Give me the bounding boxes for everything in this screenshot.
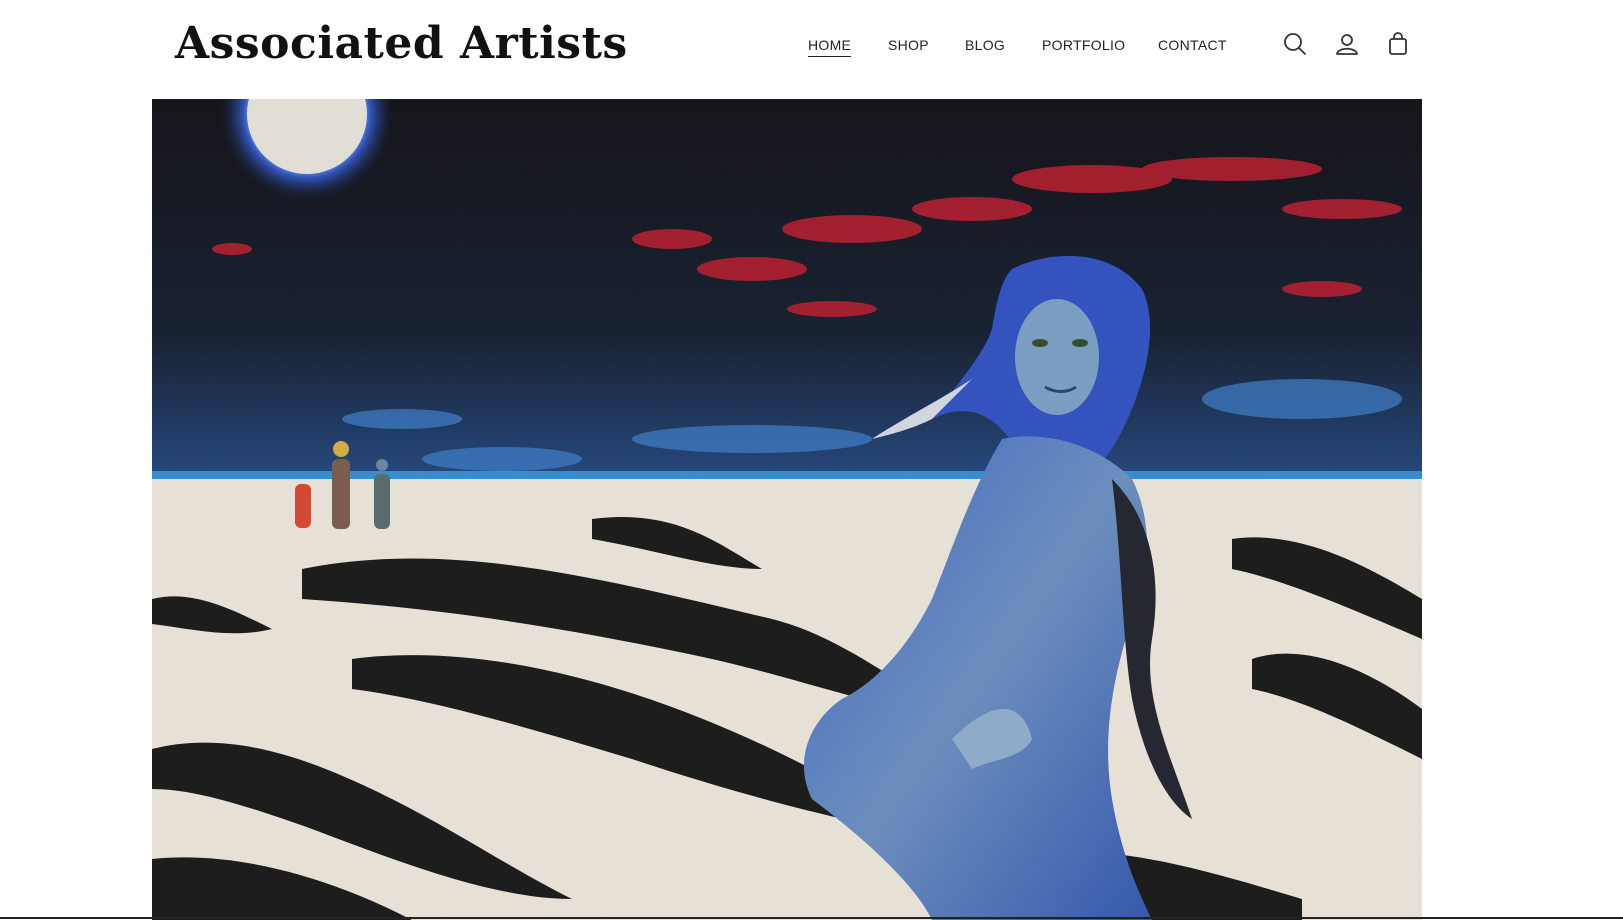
nav-blog[interactable]: BLOG	[965, 36, 1005, 54]
nav-shop[interactable]: SHOP	[888, 36, 929, 54]
page-bottom-border	[0, 917, 1623, 919]
nav-contact[interactable]: CONTACT	[1158, 36, 1227, 54]
site-header: Associated Artists HOME SHOP BLOG PORTFO…	[0, 0, 1623, 98]
nav-portfolio[interactable]: PORTFOLIO	[1042, 36, 1125, 54]
account-icon[interactable]	[1334, 31, 1360, 57]
search-icon[interactable]	[1282, 31, 1308, 57]
cart-icon[interactable]	[1385, 31, 1411, 57]
nav-home[interactable]: HOME	[808, 36, 852, 57]
hero-image	[152, 99, 1422, 920]
hero-artwork	[152, 99, 1422, 920]
site-logo[interactable]: Associated Artists	[175, 16, 628, 72]
